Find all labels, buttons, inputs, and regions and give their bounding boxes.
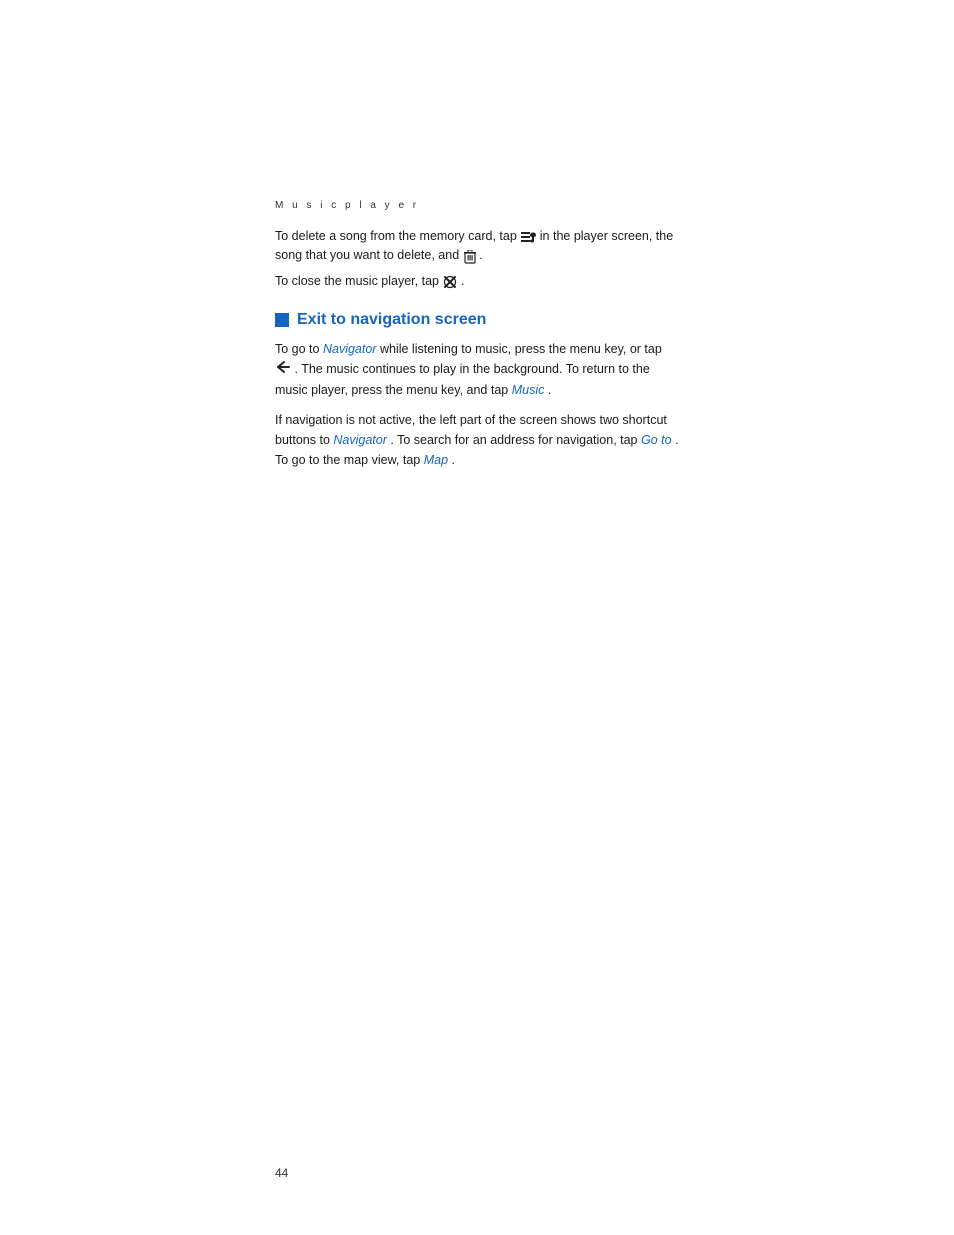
delete-text-start: To delete a song from the memory card, t… [275, 229, 517, 243]
close-instruction: To close the music player, tap . [275, 272, 679, 291]
para2-mid: . To search for an address for navigatio… [390, 433, 637, 447]
trash-icon [464, 250, 475, 263]
section-heading-text: Exit to navigation screen [297, 311, 486, 329]
heading-square-icon [275, 313, 289, 327]
delete-text-period: . [479, 248, 482, 262]
link-navigator-1[interactable]: Navigator [323, 342, 377, 356]
close-icon [443, 275, 456, 288]
section-heading-exit: Exit to navigation screen [275, 311, 679, 329]
para1-mid: while listening to music, press the menu… [380, 342, 662, 356]
para1-end: . The music continues to play in the bac… [275, 362, 650, 397]
link-map[interactable]: Map [424, 453, 448, 467]
paragraph-navigator: To go to Navigator while listening to mu… [275, 339, 679, 400]
link-music-1[interactable]: Music [512, 383, 545, 397]
delete-instruction: To delete a song from the memory card, t… [275, 227, 679, 266]
link-goto[interactable]: Go to [641, 433, 672, 447]
paragraph-navigation-inactive: If navigation is not active, the left pa… [275, 410, 679, 470]
section-label: M u s i c p l a y e r [275, 200, 679, 211]
link-navigator-2[interactable]: Navigator [333, 433, 387, 447]
para1-close: . [548, 383, 551, 397]
para2-close: . [452, 453, 455, 467]
para1-start: To go to [275, 342, 319, 356]
back-arrow-icon [276, 359, 290, 380]
music-manage-icon [521, 231, 535, 243]
close-text: To close the music player, tap [275, 274, 439, 288]
close-period: . [461, 274, 464, 288]
page-number: 44 [275, 1166, 288, 1180]
